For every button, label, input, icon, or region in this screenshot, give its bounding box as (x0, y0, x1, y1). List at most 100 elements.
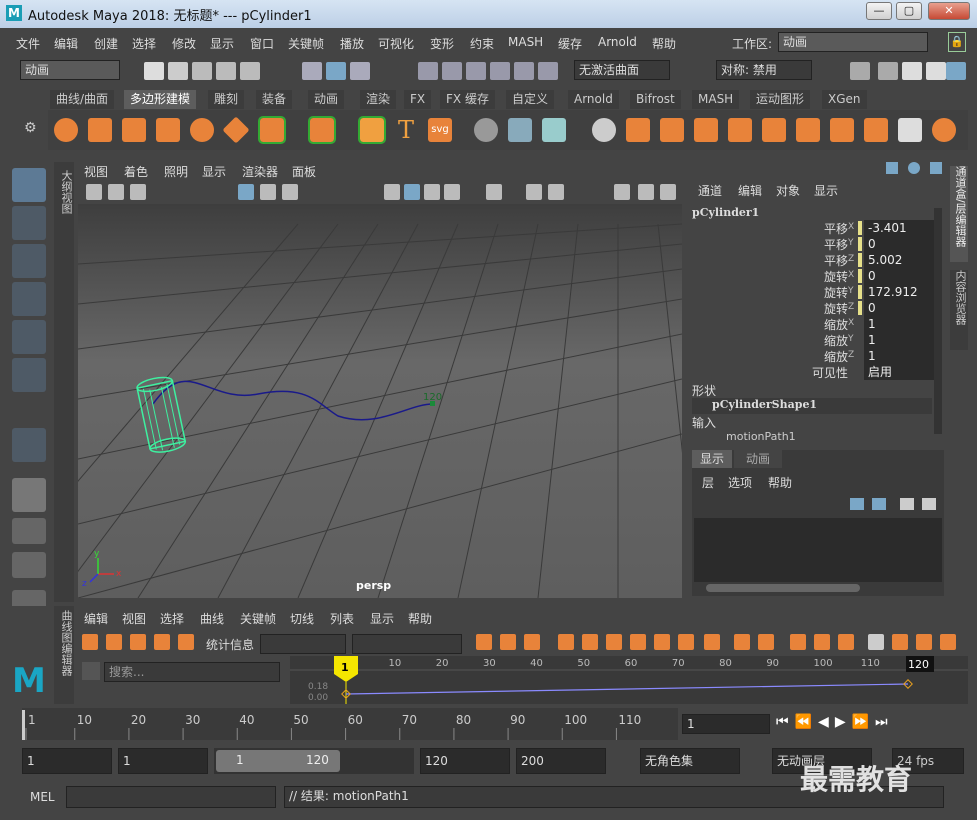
ge-menu-select[interactable]: 选择 (160, 610, 184, 627)
poly-cylinder-icon[interactable] (122, 118, 146, 142)
step-back-key-icon[interactable]: ⏪ (795, 714, 818, 730)
xray-icon[interactable] (638, 184, 654, 200)
stats-field-1[interactable] (260, 634, 346, 654)
attr-scale-x[interactable]: 缩放 X 1 (686, 316, 944, 332)
tool-settings-icon[interactable] (926, 62, 946, 80)
select-tool-icon[interactable] (12, 168, 46, 202)
isolate-select-icon[interactable] (614, 184, 630, 200)
time-slider-cursor[interactable] (22, 710, 25, 740)
plateau-tangent-icon[interactable] (704, 634, 720, 650)
ge-menu-keys[interactable]: 关键帧 (240, 610, 276, 627)
wireframe-icon[interactable] (384, 184, 400, 200)
gear-icon[interactable]: ⚙ (24, 120, 37, 136)
cb-input-name[interactable]: motionPath1 (726, 430, 856, 440)
linear-tangent-icon[interactable] (630, 634, 646, 650)
go-to-end-icon[interactable]: ⏭ (875, 714, 894, 730)
time-editor-icon[interactable] (940, 634, 956, 650)
layer-menu-help[interactable]: 帮助 (768, 474, 792, 491)
layer-menu-options[interactable]: 选项 (728, 474, 752, 491)
new-layer-selected-icon[interactable] (922, 498, 936, 510)
attr-rotate-x[interactable]: 旋转 X 0 (686, 268, 944, 284)
single-perspective-layout-icon[interactable] (12, 478, 46, 512)
image-plane-icon[interactable] (130, 184, 146, 200)
shelf-tab-custom[interactable]: 自定义 (506, 90, 555, 109)
render-view-icon[interactable] (850, 62, 870, 80)
attr-visibility[interactable]: 可见性 启用 (686, 364, 944, 380)
menu-modify[interactable]: 修改 (172, 35, 196, 52)
poly-cube-icon[interactable] (88, 118, 112, 142)
stats-field-2[interactable] (352, 634, 462, 654)
rotate-tool-icon[interactable] (12, 320, 46, 354)
attribute-editor-icon[interactable] (902, 62, 922, 80)
ge-menu-view[interactable]: 视图 (122, 610, 146, 627)
vp-menu-show[interactable]: 显示 (202, 163, 226, 180)
poly-sphere-icon[interactable] (54, 118, 78, 142)
sweep-mesh-icon[interactable] (474, 118, 498, 142)
menu-help[interactable]: 帮助 (652, 35, 676, 52)
text-tool-icon[interactable]: T (394, 118, 418, 142)
shelf-tab-sculpt[interactable]: 雕刻 (208, 90, 245, 109)
time-slider-track[interactable]: 1 10 20 30 40 50 60 70 80 90 100 110 (22, 708, 678, 740)
select-object-icon[interactable] (326, 62, 346, 80)
render-current-icon[interactable] (878, 62, 898, 80)
frame-selection-icon[interactable] (500, 634, 516, 650)
spline-tangent-icon[interactable] (582, 634, 598, 650)
clamped-tangent-icon[interactable] (606, 634, 622, 650)
append-icon[interactable] (796, 118, 820, 142)
ge-menu-tangents[interactable]: 切线 (290, 610, 314, 627)
move-layer-down-icon[interactable] (872, 498, 886, 510)
extrude-icon[interactable] (694, 118, 718, 142)
menu-file[interactable]: 文件 (16, 35, 40, 52)
unify-tangents-icon[interactable] (814, 634, 830, 650)
bevel-icon[interactable] (728, 118, 752, 142)
combine-icon[interactable] (592, 118, 616, 142)
live-surface-field[interactable]: 无激活曲面 (574, 60, 670, 80)
attr-rotate-y[interactable]: 旋转 Y 172.912 (686, 284, 944, 300)
range-bar[interactable]: 1 120 (214, 748, 414, 774)
move-keys-icon[interactable] (82, 634, 98, 650)
current-frame-field[interactable]: 1 (682, 714, 770, 734)
channel-box-toggle-icon[interactable] (946, 62, 966, 80)
vp-menu-panels[interactable]: 面板 (292, 163, 316, 180)
menu-set-dropdown[interactable]: 动画 (20, 60, 120, 80)
separate-icon[interactable] (626, 118, 650, 142)
menu-key[interactable]: 关键帧 (288, 35, 324, 52)
cb-menu-show[interactable]: 显示 (814, 182, 838, 199)
resolution-gate-icon[interactable] (282, 184, 298, 200)
shelf-tab-fx-cache[interactable]: FX 缓存 (440, 90, 495, 109)
play-backwards-icon[interactable]: ◀ (818, 714, 835, 730)
snap-grid-icon[interactable] (418, 62, 438, 80)
last-tool-icon[interactable] (12, 428, 46, 462)
frame-all-icon[interactable] (476, 634, 492, 650)
ge-menu-edit[interactable]: 编辑 (84, 610, 108, 627)
super-shape-icon[interactable] (358, 116, 386, 144)
cb-menu-channels[interactable]: 通道 (698, 182, 722, 199)
workspace-dropdown[interactable]: 动画 (778, 32, 928, 52)
side-tab-content-browser[interactable]: 内容浏览器 (950, 270, 968, 350)
poly-cone-icon[interactable] (156, 118, 180, 142)
shelf-tab-mash[interactable]: MASH (692, 90, 740, 109)
shelf-tab-rigging[interactable]: 装备 (256, 90, 293, 109)
lights-icon[interactable] (486, 184, 502, 200)
menu-mash[interactable]: MASH (508, 35, 543, 49)
go-to-start-icon[interactable]: ⏮ (776, 714, 795, 730)
step-forward-key-icon[interactable]: ⏩ (852, 714, 875, 730)
four-view-layout-icon[interactable] (12, 518, 46, 544)
flat-tangent-icon[interactable] (654, 634, 670, 650)
frame-playback-icon[interactable] (524, 634, 540, 650)
cb-menu-edit[interactable]: 编辑 (738, 182, 762, 199)
svg-tool-icon[interactable]: svg (428, 118, 452, 142)
cb-tools-icon[interactable] (886, 162, 898, 174)
playback-start-field[interactable]: 1 (118, 748, 208, 774)
script-language-label[interactable]: MEL (30, 790, 55, 804)
menu-windows[interactable]: 窗口 (250, 35, 274, 52)
menu-playback[interactable]: 播放 (340, 35, 364, 52)
ge-menu-list[interactable]: 列表 (330, 610, 354, 627)
insert-keys-icon[interactable] (106, 634, 122, 650)
cb-pin-icon[interactable] (930, 162, 942, 174)
command-input[interactable] (66, 786, 276, 808)
symmetry-field[interactable]: 对称: 禁用 (716, 60, 812, 80)
menu-create[interactable]: 创建 (94, 35, 118, 52)
shelf-tab-xgen[interactable]: XGen (822, 90, 867, 109)
vp-menu-view[interactable]: 视图 (84, 163, 108, 180)
